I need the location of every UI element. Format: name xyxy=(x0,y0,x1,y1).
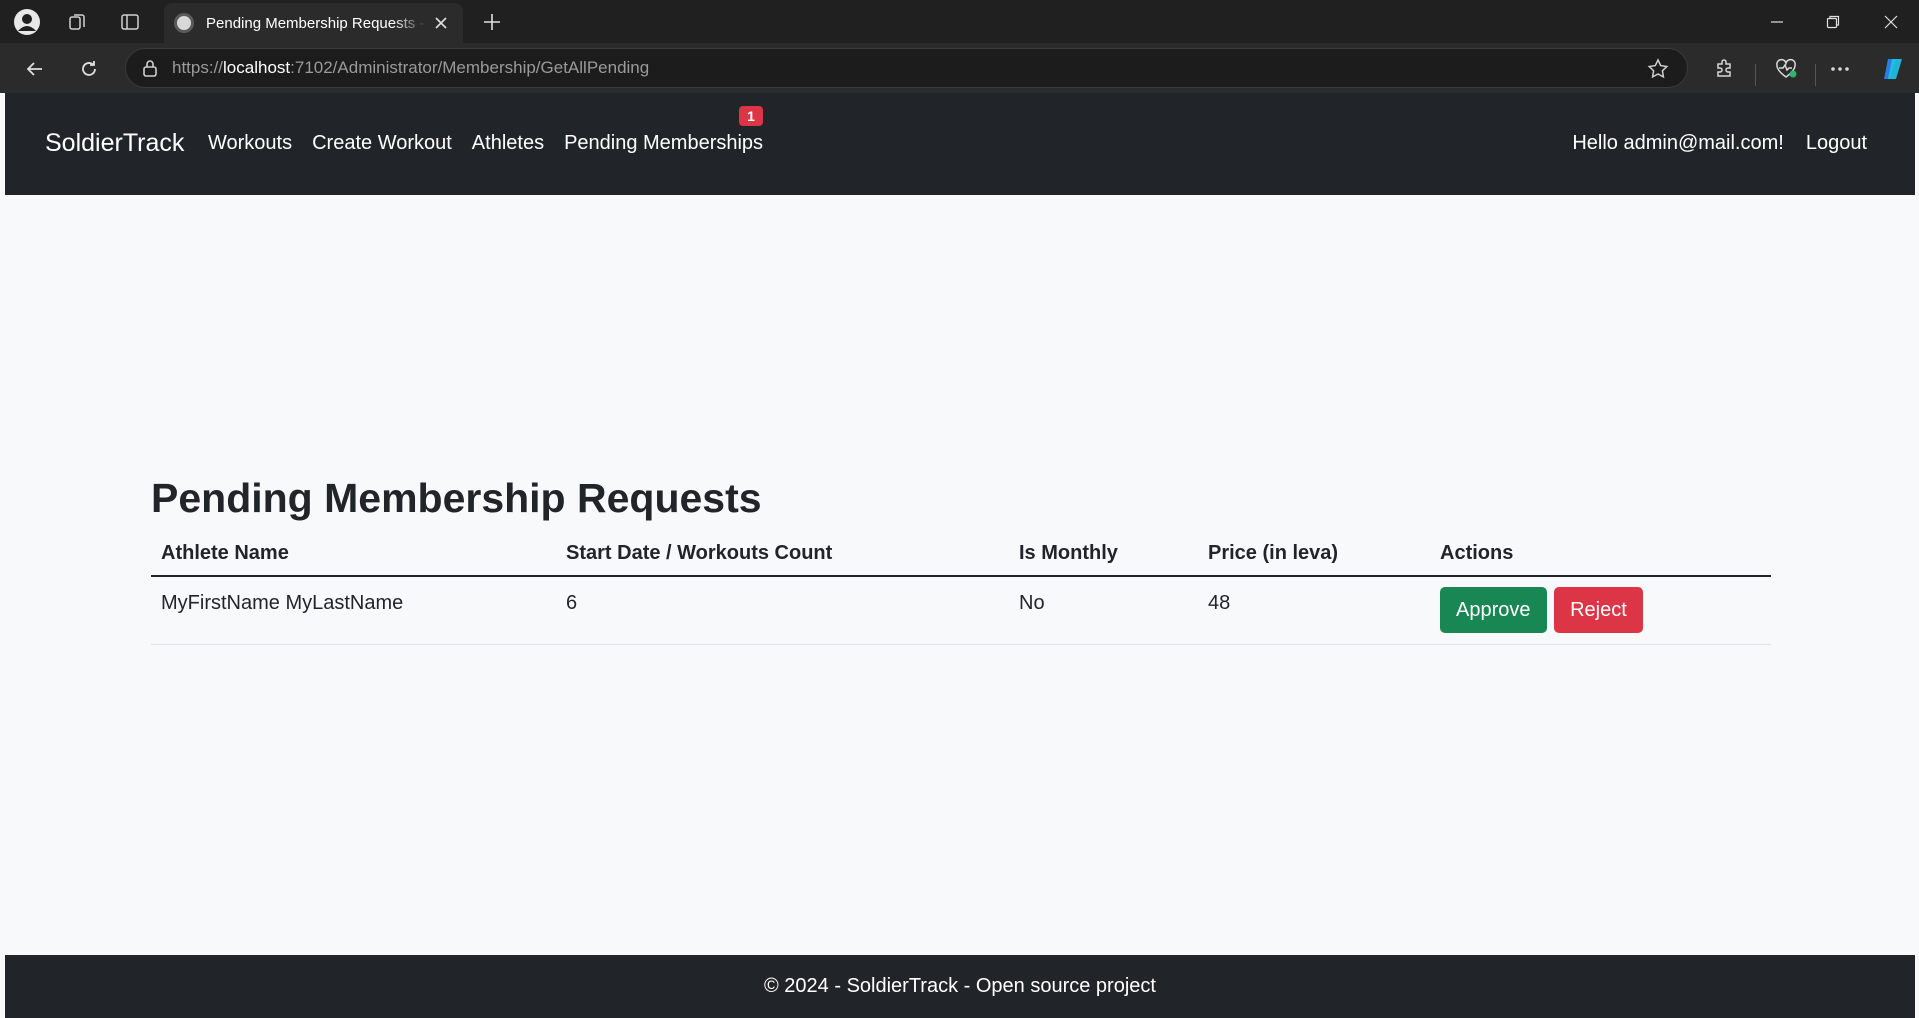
nav-link-workouts[interactable]: Workouts xyxy=(208,132,292,155)
web-page: SoldierTrack Workouts Create Workout Ath… xyxy=(5,93,1915,1018)
browser-address-bar: https://localhost:7102/Administrator/Mem… xyxy=(0,43,1919,93)
url-field[interactable]: https://localhost:7102/Administrator/Mem… xyxy=(125,48,1688,88)
nav-link-pending-memberships[interactable]: Pending Memberships 1 xyxy=(564,106,764,155)
favorite-star-icon[interactable] xyxy=(1647,58,1669,80)
close-window-icon[interactable] xyxy=(1863,0,1919,43)
close-tab-icon[interactable] xyxy=(429,11,453,35)
more-options-icon[interactable] xyxy=(1824,53,1856,85)
cell-price: 48 xyxy=(1198,576,1430,645)
user-greeting[interactable]: Hello admin@mail.com! xyxy=(1572,132,1783,155)
column-header-is-monthly: Is Monthly xyxy=(1009,542,1198,577)
table-header-row: Athlete Name Start Date / Workouts Count… xyxy=(151,542,1771,577)
column-header-price: Price (in leva) xyxy=(1198,542,1430,577)
back-icon[interactable] xyxy=(19,53,51,85)
nav-link-athletes[interactable]: Athletes xyxy=(472,132,544,155)
toolbar-divider xyxy=(1815,64,1816,86)
footer-text: © 2024 - SoldierTrack - Open source proj… xyxy=(764,975,1156,997)
page-title: Pending Membership Requests xyxy=(151,475,762,521)
minimize-icon[interactable] xyxy=(1749,0,1805,43)
nav-links: Workouts Create Workout Athletes Pending… xyxy=(208,106,783,155)
main-content: Pending Membership Requests Athlete Name… xyxy=(151,478,1771,645)
new-tab-icon[interactable] xyxy=(477,7,507,37)
site-footer: © 2024 - SoldierTrack - Open source proj… xyxy=(5,955,1915,1018)
cell-actions: Approve Reject xyxy=(1430,576,1771,645)
cell-start-or-count: 6 xyxy=(556,576,1009,645)
column-header-start-date-workouts: Start Date / Workouts Count xyxy=(556,542,1009,577)
nav-link-create-workout[interactable]: Create Workout xyxy=(312,132,452,155)
column-header-athlete-name: Athlete Name xyxy=(151,542,556,577)
browser-tab-bar: Pending Membership Requests - SoldierTra… xyxy=(0,0,1919,43)
cell-is-monthly: No xyxy=(1009,576,1198,645)
reject-button[interactable]: Reject xyxy=(1554,587,1643,633)
table-row: MyFirstName MyLastName 6 No 48 Approve R… xyxy=(151,576,1771,645)
column-header-actions: Actions xyxy=(1430,542,1771,577)
restore-icon[interactable] xyxy=(1805,0,1861,43)
approve-button[interactable]: Approve xyxy=(1440,587,1547,633)
profile-icon[interactable] xyxy=(12,7,42,37)
workspaces-icon[interactable] xyxy=(62,7,92,37)
pending-requests-table: Athlete Name Start Date / Workouts Count… xyxy=(151,542,1771,645)
site-favicon-icon xyxy=(174,13,194,33)
logout-link[interactable]: Logout xyxy=(1806,132,1867,155)
browser-tab-active[interactable]: Pending Membership Requests - SoldierTra… xyxy=(164,3,463,43)
tab-actions-icon[interactable] xyxy=(115,7,145,37)
browser-essentials-icon[interactable] xyxy=(1770,53,1802,85)
toolbar-divider xyxy=(1755,64,1756,86)
site-navbar: SoldierTrack Workouts Create Workout Ath… xyxy=(5,93,1915,195)
nav-link-pending-memberships-label: Pending Memberships xyxy=(564,132,764,154)
tab-title: Pending Membership Requests - SoldierTra… xyxy=(206,14,426,32)
pending-count-badge: 1 xyxy=(739,106,764,126)
extensions-icon[interactable] xyxy=(1709,53,1741,85)
brand-link[interactable]: SoldierTrack xyxy=(45,129,184,158)
copilot-icon[interactable] xyxy=(1877,53,1909,85)
url-text: https://localhost:7102/Administrator/Mem… xyxy=(172,58,650,77)
cell-athlete-name: MyFirstName MyLastName xyxy=(151,576,556,645)
nav-user-area: Hello admin@mail.com! Logout xyxy=(1550,132,1867,155)
lock-icon[interactable] xyxy=(142,59,158,77)
reload-icon[interactable] xyxy=(73,53,105,85)
